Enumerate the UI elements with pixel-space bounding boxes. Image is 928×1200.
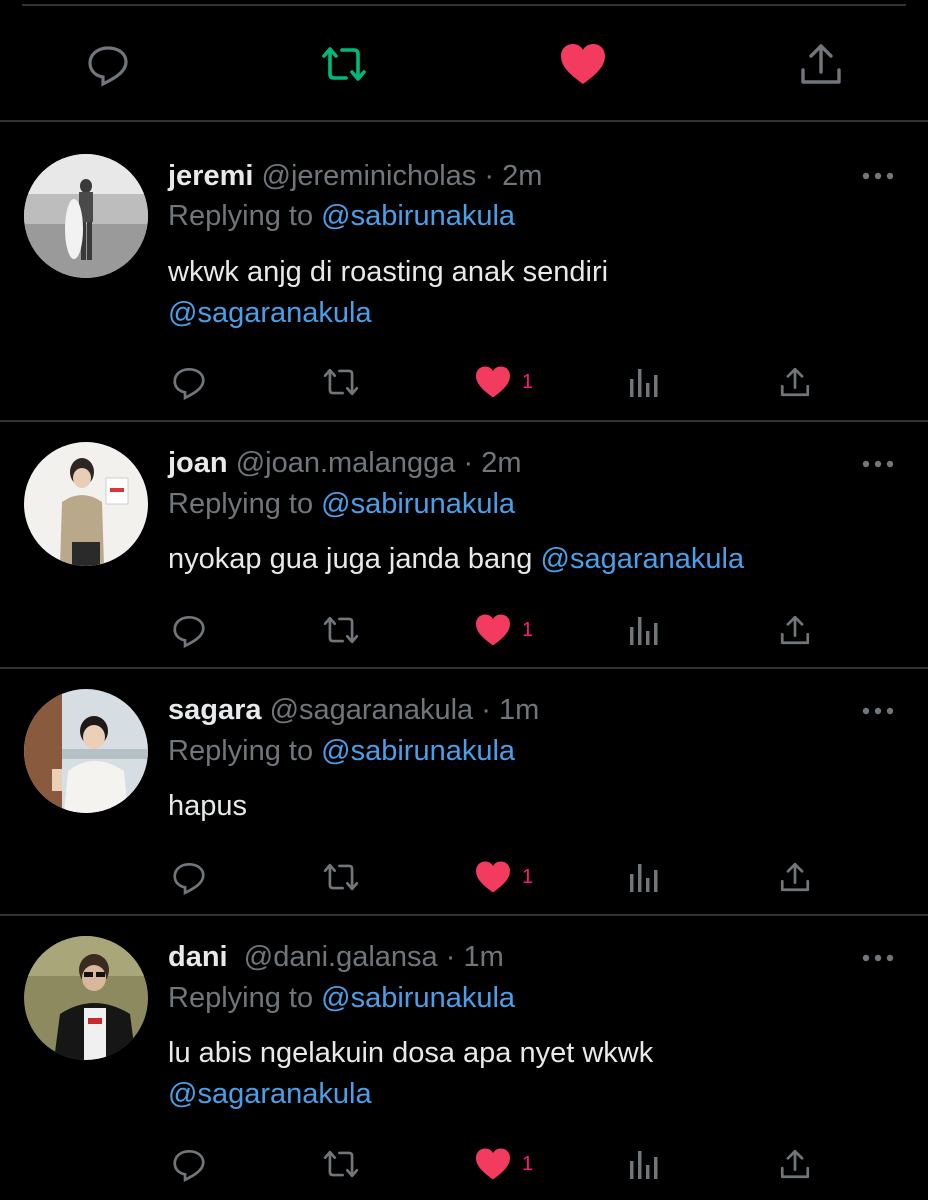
reply-item[interactable]: joan @joan.malangga · 2m Replying to @sa… xyxy=(0,422,928,667)
analytics-icon[interactable] xyxy=(628,608,660,652)
display-name[interactable]: jeremi xyxy=(168,160,253,192)
display-name[interactable]: joan xyxy=(168,447,228,479)
reply-header: sagara @sagaranakula · 1m xyxy=(168,694,539,727)
display-name[interactable]: dani xyxy=(168,941,228,973)
like-count: 1 xyxy=(522,865,534,888)
heart-filled-icon xyxy=(476,366,510,398)
like-button[interactable]: 1 xyxy=(474,1142,533,1186)
reply-header: dani @dani.galansa · 1m xyxy=(168,941,504,974)
text-mention[interactable]: @sagaranakula xyxy=(168,297,372,329)
reply-text-content: nyokap gua juga janda bang xyxy=(168,543,533,575)
replying-prefix: Replying to xyxy=(168,982,314,1014)
user-handle[interactable]: @jereminicholas xyxy=(262,160,477,192)
reply-icon[interactable] xyxy=(170,1142,208,1186)
more-options-icon[interactable] xyxy=(860,948,896,968)
reply-text: wkwk anjg di roasting anak sendiri @saga… xyxy=(168,252,868,334)
analytics-icon[interactable] xyxy=(628,1142,660,1186)
retweet-icon[interactable] xyxy=(320,1142,362,1186)
retweet-icon[interactable] xyxy=(320,40,368,88)
reply-text-content: hapus xyxy=(168,790,248,822)
more-options-icon[interactable] xyxy=(860,166,896,186)
like-count: 1 xyxy=(522,618,534,641)
replying-to: Replying to @sabirunakula xyxy=(168,488,515,521)
reply-text-content: lu abis ngelakuin dosa apa nyet wkwk xyxy=(168,1037,654,1069)
share-icon[interactable] xyxy=(797,40,845,88)
user-handle[interactable]: @sagaranakula xyxy=(270,694,474,726)
reply-item[interactable]: dani @dani.galansa · 1m Replying to @sab… xyxy=(0,916,928,1200)
share-icon[interactable] xyxy=(778,608,812,652)
reply-actions: 1 xyxy=(0,1142,928,1186)
replying-to: Replying to @sabirunakula xyxy=(168,200,515,233)
reply-icon[interactable] xyxy=(170,360,208,404)
text-mention[interactable]: @sagaranakula xyxy=(168,1078,372,1110)
reply-icon[interactable] xyxy=(170,855,208,899)
user-handle[interactable]: @joan.malangga xyxy=(236,447,456,479)
more-options-icon[interactable] xyxy=(860,454,896,474)
replying-to: Replying to @sabirunakula xyxy=(168,982,515,1015)
reply-header: joan @joan.malangga · 2m xyxy=(168,447,521,480)
analytics-icon[interactable] xyxy=(628,360,660,404)
replying-to-mention[interactable]: @sabirunakula xyxy=(321,735,515,767)
replying-prefix: Replying to xyxy=(168,200,314,232)
text-mention[interactable]: @sagaranakula xyxy=(541,543,745,575)
reply-item[interactable]: jeremi @jereminicholas · 2m Replying to … xyxy=(0,122,928,420)
like-button[interactable]: 1 xyxy=(474,360,533,404)
reply-actions: 1 xyxy=(0,360,928,404)
heart-filled-icon xyxy=(476,861,510,893)
separator: · xyxy=(445,941,456,973)
reply-text: lu abis ngelakuin dosa apa nyet wkwk @sa… xyxy=(168,1033,868,1115)
share-icon[interactable] xyxy=(778,360,812,404)
reply-header: jeremi @jereminicholas · 2m xyxy=(168,160,542,193)
more-options-icon[interactable] xyxy=(860,701,896,721)
replying-to-mention[interactable]: @sabirunakula xyxy=(321,488,515,520)
replying-prefix: Replying to xyxy=(168,488,314,520)
reply-text-content: wkwk anjg di roasting anak sendiri xyxy=(168,256,609,288)
avatar[interactable] xyxy=(24,689,148,813)
reply-item[interactable]: sagara @sagaranakula · 1m Replying to @s… xyxy=(0,669,928,914)
replying-to-mention[interactable]: @sabirunakula xyxy=(321,982,515,1014)
separator: · xyxy=(481,694,491,726)
reply-text: hapus xyxy=(168,786,868,827)
like-button[interactable]: 1 xyxy=(474,855,533,899)
timestamp[interactable]: 2m xyxy=(481,447,521,479)
retweet-icon[interactable] xyxy=(320,608,362,652)
avatar[interactable] xyxy=(24,936,148,1060)
separator: · xyxy=(463,447,474,479)
retweet-icon[interactable] xyxy=(320,855,362,899)
like-button[interactable]: 1 xyxy=(474,608,533,652)
display-name[interactable]: sagara xyxy=(168,694,262,726)
avatar[interactable] xyxy=(24,442,148,566)
replying-to-mention[interactable]: @sabirunakula xyxy=(321,200,515,232)
like-count: 1 xyxy=(522,1152,534,1175)
like-count: 1 xyxy=(522,370,534,393)
replying-to: Replying to @sabirunakula xyxy=(168,735,515,768)
retweet-icon[interactable] xyxy=(320,360,362,404)
timestamp[interactable]: 1m xyxy=(463,941,503,973)
share-icon[interactable] xyxy=(778,1142,812,1186)
separator: · xyxy=(484,160,495,192)
reply-actions: 1 xyxy=(0,608,928,652)
main-tweet-action-bar xyxy=(0,0,928,120)
timestamp[interactable]: 1m xyxy=(499,694,539,726)
heart-filled-icon[interactable] xyxy=(559,40,607,88)
share-icon[interactable] xyxy=(778,855,812,899)
analytics-icon[interactable] xyxy=(628,855,660,899)
avatar[interactable] xyxy=(24,154,148,278)
reply-actions: 1 xyxy=(0,855,928,899)
reply-icon[interactable] xyxy=(170,608,208,652)
heart-filled-icon xyxy=(476,614,510,646)
heart-filled-icon xyxy=(476,1148,510,1180)
reply-icon[interactable] xyxy=(84,40,132,88)
replying-prefix: Replying to xyxy=(168,735,314,767)
user-handle[interactable]: @dani.galansa xyxy=(244,941,438,973)
timestamp[interactable]: 2m xyxy=(502,160,542,192)
reply-text: nyokap gua juga janda bang @sagaranakula xyxy=(168,539,908,580)
